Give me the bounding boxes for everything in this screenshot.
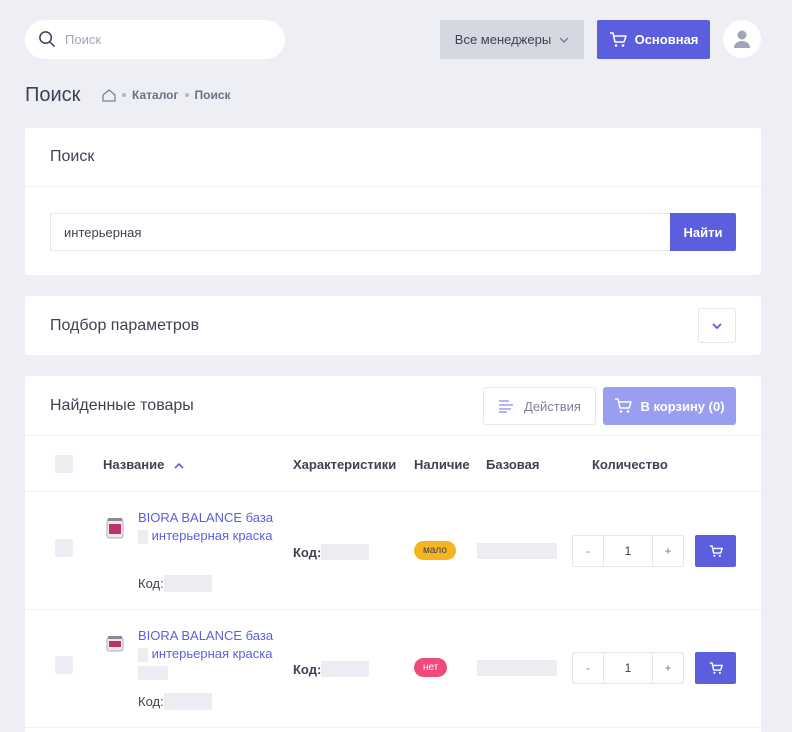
breadcrumb-separator bbox=[122, 93, 126, 97]
quantity-value[interactable]: 1 bbox=[603, 536, 653, 566]
breadcrumb-separator bbox=[184, 93, 189, 97]
lines-icon bbox=[499, 400, 514, 413]
params-card: Подбор параметров bbox=[25, 296, 761, 355]
status-badge: нет bbox=[414, 658, 448, 677]
query-input[interactable] bbox=[50, 213, 670, 251]
results-title: Найденные товары bbox=[50, 396, 194, 414]
breadcrumb: Каталог Поиск bbox=[102, 88, 231, 102]
sort-asc-icon bbox=[174, 462, 184, 469]
search-card: Поиск Найти bbox=[25, 128, 761, 275]
to-cart-label: В корзину (0) bbox=[640, 398, 725, 414]
search-icon bbox=[39, 31, 55, 47]
actions-button[interactable]: Действия bbox=[483, 387, 596, 425]
paint-can-icon bbox=[106, 518, 124, 539]
product-name-line1: BIORA BALANCE база bbox=[138, 510, 274, 525]
status-badge: мало bbox=[414, 541, 456, 560]
decrement-button[interactable]: - bbox=[573, 653, 603, 683]
product-link[interactable]: BIORA BALANCE база интерьерная краска bbox=[138, 627, 288, 681]
row-cart-button[interactable] bbox=[695, 652, 736, 684]
breadcrumb-item-search: Поиск bbox=[194, 88, 231, 102]
avatar[interactable] bbox=[723, 20, 761, 58]
home-icon[interactable] bbox=[102, 88, 116, 102]
main-cart-button[interactable]: Основная bbox=[597, 20, 710, 59]
params-toggle-button[interactable] bbox=[698, 308, 736, 343]
code-label: Код: bbox=[293, 661, 322, 677]
select-all-checkbox[interactable] bbox=[55, 455, 73, 473]
breadcrumb-item-catalog[interactable]: Каталог bbox=[132, 88, 179, 102]
code-label: Код: bbox=[138, 576, 164, 591]
row-checkbox[interactable] bbox=[55, 656, 73, 674]
product-name-line1: BIORA BALANCE база bbox=[138, 628, 274, 643]
results-card: Найденные товары Действия В корзину (0) … bbox=[25, 376, 761, 732]
managers-label: Все менеджеры bbox=[454, 32, 552, 47]
product-code: Код: bbox=[138, 693, 212, 710]
results-header: Найденные товары Действия В корзину (0) bbox=[25, 376, 761, 436]
add-to-cart-button[interactable]: В корзину (0) bbox=[603, 387, 736, 425]
column-characteristics: Характеристики bbox=[293, 457, 397, 472]
row-cart-button[interactable] bbox=[695, 535, 736, 567]
quantity-stepper[interactable]: - 1 + bbox=[572, 652, 684, 684]
search-input[interactable] bbox=[65, 32, 265, 47]
cart-icon bbox=[615, 398, 633, 413]
column-name-label: Название bbox=[103, 457, 165, 472]
increment-button[interactable]: + bbox=[653, 536, 683, 566]
characteristics-code: Код: bbox=[293, 544, 370, 560]
column-name[interactable]: Название bbox=[103, 457, 184, 472]
characteristics-code: Код: bbox=[293, 661, 370, 677]
managers-dropdown[interactable]: Все менеджеры bbox=[440, 20, 584, 59]
product-link[interactable]: BIORA BALANCE база интерьерная краска bbox=[138, 509, 288, 545]
quantity-value[interactable]: 1 bbox=[603, 653, 653, 683]
table-row: BIORA BALANCE база интерьерная краска Ко… bbox=[25, 492, 761, 610]
chevron-down-icon bbox=[712, 322, 722, 329]
product-name-line2: интерьерная краска bbox=[151, 646, 273, 661]
column-base: Базовая bbox=[486, 457, 540, 472]
increment-button[interactable]: + bbox=[653, 653, 683, 683]
table-row: BIORA BALANCE база интерьерная краска Ко… bbox=[25, 610, 761, 728]
quantity-stepper[interactable]: - 1 + bbox=[572, 535, 684, 567]
global-search[interactable] bbox=[25, 20, 285, 59]
column-stock: Наличие bbox=[414, 457, 470, 472]
search-card-header: Поиск bbox=[25, 128, 761, 187]
search-card-title: Поиск bbox=[50, 148, 95, 165]
decrement-button[interactable]: - bbox=[573, 536, 603, 566]
user-icon bbox=[734, 30, 750, 48]
base-price bbox=[477, 660, 557, 676]
main-cart-label: Основная bbox=[634, 32, 699, 47]
code-label: Код: bbox=[293, 544, 322, 560]
cart-icon bbox=[709, 544, 723, 557]
row-checkbox[interactable] bbox=[55, 539, 73, 557]
product-name-line2: интерьерная краска bbox=[151, 528, 273, 543]
cart-icon bbox=[609, 31, 627, 47]
params-card-title: Подбор параметров bbox=[50, 316, 200, 334]
cart-icon bbox=[709, 661, 723, 674]
product-code: Код: bbox=[138, 575, 212, 592]
actions-label: Действия bbox=[524, 398, 581, 414]
column-quantity: Количество bbox=[592, 457, 668, 472]
table-header: Название Характеристики Наличие Базовая … bbox=[25, 436, 761, 492]
base-price bbox=[477, 543, 557, 559]
query-row: Найти bbox=[50, 213, 736, 251]
code-label: Код: bbox=[138, 694, 164, 709]
chevron-down-icon bbox=[559, 36, 569, 43]
page-title: Поиск bbox=[25, 84, 81, 106]
paint-can-icon bbox=[106, 636, 124, 652]
find-button[interactable]: Найти bbox=[670, 213, 736, 251]
